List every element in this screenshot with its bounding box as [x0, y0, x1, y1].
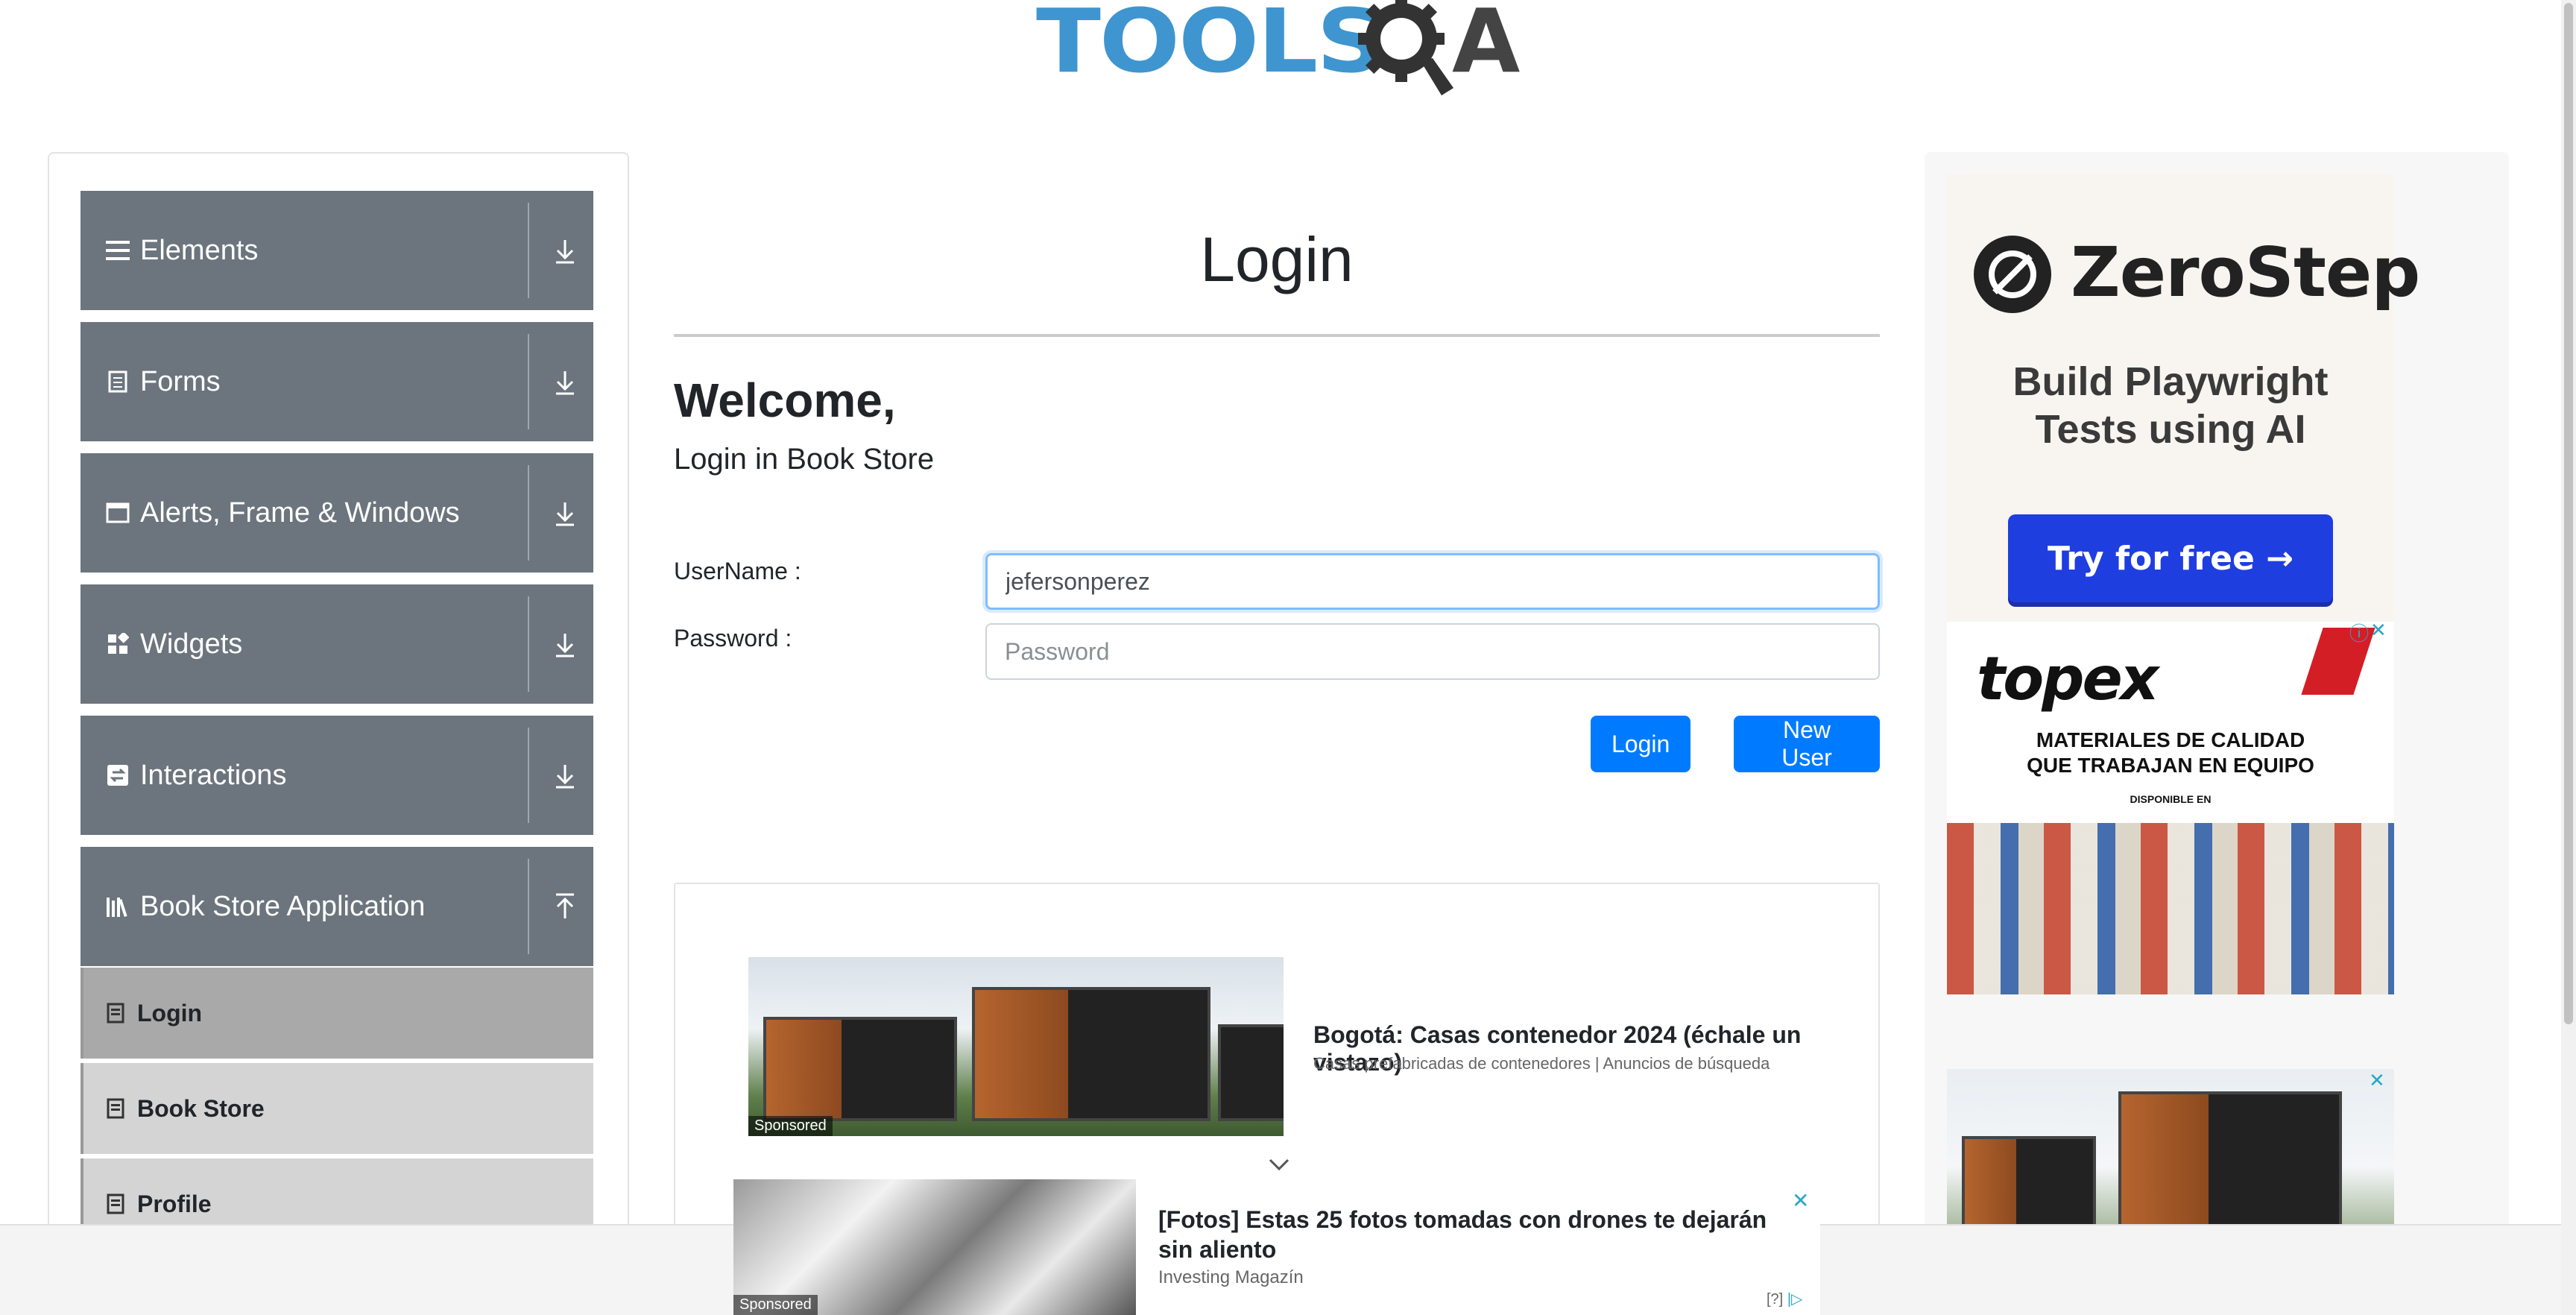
- book-icon: [107, 1193, 124, 1214]
- document-icon: [104, 368, 131, 395]
- password-label: Password :: [674, 625, 792, 652]
- zerostep-ad[interactable]: ZeroStep Build Playwright Tests using AI…: [1947, 174, 2420, 622]
- book-icon: [107, 1098, 124, 1119]
- topex-logo: topex: [1977, 644, 2159, 713]
- window-icon: [104, 499, 131, 526]
- sidebar-panel: Elements Forms Alerts, Frame & Windows W…: [48, 152, 629, 1315]
- download-arrow-icon: [556, 240, 574, 264]
- bottom-ad-title[interactable]: [Fotos] Estas 25 fotos tomadas con drone…: [1158, 1205, 1799, 1264]
- close-icon[interactable]: ✕: [2370, 622, 2387, 642]
- upload-arrow-icon: [556, 893, 574, 918]
- title-divider: [674, 334, 1880, 337]
- new-user-button[interactable]: New User: [1734, 716, 1880, 772]
- welcome-heading: Welcome,: [674, 373, 896, 427]
- sponsored-label: Sponsored: [748, 1116, 833, 1136]
- ad-image-mountains: Sponsored: [733, 1179, 1136, 1315]
- page-title: Login: [1200, 224, 1354, 294]
- divider: [528, 334, 529, 429]
- sidebar-item-label: Book Store: [137, 1094, 265, 1122]
- zerostep-name: ZeroStep: [2071, 233, 2420, 312]
- zerostep-logo-icon: [1974, 236, 2051, 313]
- download-arrow-icon: [556, 765, 574, 789]
- topex-ad[interactable]: topex ⓘ ✕ MATERIALES DE CALIDAD QUE TRAB…: [1947, 622, 2394, 994]
- scrollbar[interactable]: [2561, 0, 2576, 1315]
- sidebar-item-label: Login: [137, 999, 203, 1027]
- ad-subtitle: Casas prefabricadas de contenedores | An…: [1313, 1054, 1770, 1073]
- list-icon: [104, 237, 131, 264]
- sidebar-group-label: Alerts, Frame & Windows: [140, 496, 460, 529]
- download-arrow-icon: [556, 502, 574, 526]
- divider: [528, 465, 529, 561]
- sidebar-group-label: Interactions: [140, 759, 287, 791]
- divider: [528, 728, 529, 823]
- scrollbar-thumb[interactable]: [2564, 3, 2573, 1024]
- sidebar-group-widgets[interactable]: Widgets: [80, 584, 593, 704]
- adchoices-info-icon[interactable]: ⓘ: [2349, 622, 2369, 646]
- bottom-ad-subtitle: Investing Magazín: [1158, 1267, 1304, 1287]
- book-icon: [107, 1003, 124, 1024]
- password-input[interactable]: [985, 623, 1880, 680]
- sidebar-group-label: Elements: [140, 234, 259, 266]
- close-icon[interactable]: ✕: [2369, 1069, 2385, 1092]
- sponsored-label: Sponsored: [733, 1295, 818, 1315]
- divider: [528, 596, 529, 692]
- main-content: Login Welcome, Login in Book Store UserN…: [674, 0, 1880, 1315]
- sidebar-group-label: Widgets: [140, 628, 243, 660]
- download-arrow-icon: [556, 634, 574, 658]
- sidebar-group-book-store[interactable]: Book Store Application: [80, 847, 593, 966]
- try-for-free-button[interactable]: Try for free →: [2008, 514, 2333, 602]
- sidebar-item-label: Profile: [137, 1190, 212, 1217]
- sidebar-group-interactions[interactable]: Interactions: [80, 716, 593, 835]
- sidebar-group-label: Book Store Application: [140, 890, 426, 922]
- close-icon[interactable]: ✕: [1792, 1188, 1809, 1213]
- adchoices-icon: |▷: [1787, 1291, 1803, 1308]
- divider: [528, 859, 529, 954]
- books-icon: [104, 893, 131, 920]
- ad-image-container-houses[interactable]: Sponsored: [748, 957, 1284, 1136]
- adchoices-link[interactable]: [?] |▷: [1767, 1290, 1802, 1308]
- bottom-sticky-ad[interactable]: Sponsored [Fotos] Estas 25 fotos tomadas…: [733, 1179, 1820, 1315]
- sidebar-group-label: Forms: [140, 365, 221, 397]
- divider: [528, 203, 529, 298]
- sidebar-group-forms[interactable]: Forms: [80, 322, 593, 441]
- right-ad-column: ZeroStep Build Playwright Tests using AI…: [1925, 152, 2509, 1315]
- username-input[interactable]: [985, 553, 1880, 610]
- welcome-subheading: Login in Book Store: [674, 443, 935, 476]
- widgets-icon: [104, 631, 131, 658]
- sidebar-item-book-store[interactable]: Book Store: [80, 1063, 593, 1154]
- topex-available-text: DISPONIBLE EN: [2130, 793, 2212, 805]
- sidebar-group-alerts[interactable]: Alerts, Frame & Windows: [80, 453, 593, 573]
- zerostep-tagline: Build Playwright Tests using AI: [2012, 359, 2329, 452]
- login-button[interactable]: Login: [1591, 716, 1691, 772]
- topex-products-image: [1947, 823, 2394, 994]
- sidebar-item-login[interactable]: Login: [80, 968, 593, 1059]
- chevron-down-icon[interactable]: [1264, 1154, 1294, 1176]
- topex-slogan: MATERIALES DE CALIDAD QUE TRABAJAN EN EQ…: [2027, 728, 2314, 777]
- sidebar-group-elements[interactable]: Elements: [80, 191, 593, 310]
- interactions-icon: [104, 762, 131, 789]
- username-label: UserName :: [674, 558, 801, 584]
- download-arrow-icon: [556, 371, 574, 395]
